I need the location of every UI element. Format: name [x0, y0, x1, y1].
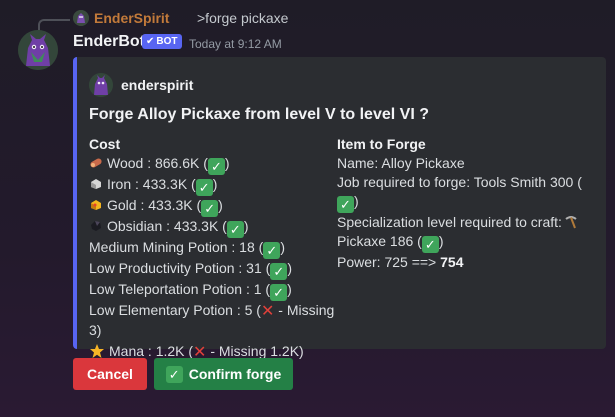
reply-username[interactable]: EnderSpirit: [94, 10, 169, 26]
iron-ore-icon: [91, 179, 101, 189]
cost-wood: Wood : 866.6K (✓): [89, 154, 334, 175]
cost-list: Wood : 866.6K (✓) Iron : 433.3K (✓) Gold…: [89, 154, 334, 362]
item-job-check: ✓): [337, 192, 582, 213]
check-mark-icon: ✓: [201, 200, 219, 217]
item-spec-required: Specialization level required to craft:: [337, 213, 582, 232]
check-mark-icon: ✓: [226, 221, 244, 238]
cost-gold: Gold : 433.3K (✓): [89, 196, 334, 217]
cross-mark-icon: ✕: [260, 303, 275, 320]
message-timestamp: Today at 9:12 AM: [189, 37, 282, 51]
bot-badge: ✔ BOT: [142, 34, 182, 49]
cancel-button[interactable]: Cancel: [73, 358, 147, 390]
reply-connector: [38, 19, 70, 31]
check-mark-icon: ✓: [270, 263, 288, 280]
cost-obsidian: Obsidian : 433.3K (✓): [89, 217, 334, 238]
star-icon: [90, 344, 104, 358]
check-mark-icon: ✓: [207, 158, 225, 175]
cost-productivity-potion: Low Productivity Potion : 31 (✓): [89, 260, 292, 280]
obsidian-icon: [91, 221, 101, 231]
check-mark-icon: ✓: [421, 236, 439, 253]
check-mark-icon: ✓: [337, 196, 354, 213]
reply-command-text[interactable]: >forge pickaxe: [197, 10, 288, 26]
pickaxe-icon: [565, 216, 577, 229]
cost-heading: Cost: [89, 136, 121, 152]
confirm-forge-label: Confirm forge: [188, 366, 282, 382]
cost-teleport-potion: Low Teleportation Potion : 1 (✓): [89, 281, 292, 301]
verified-check-icon: ✔: [146, 36, 155, 47]
bot-badge-label: BOT: [156, 36, 178, 47]
check-mark-icon: ✓: [270, 284, 288, 301]
embed-title: Forge Alloy Pickaxe from level V to leve…: [89, 106, 429, 123]
embed-author-name[interactable]: enderspirit: [121, 77, 193, 93]
item-details: Name: Alloy Pickaxe Job required to forg…: [337, 154, 582, 272]
bot-avatar[interactable]: [18, 30, 58, 70]
check-mark-icon: ✓: [195, 179, 213, 196]
cost-elementary-potion-cont: 3): [89, 322, 102, 338]
cost-iron: Iron : 433.3K (✓): [89, 175, 334, 196]
item-job-required: Job required to forge: Tools Smith 300 (: [337, 174, 582, 190]
check-mark-icon: ✓: [263, 242, 281, 259]
confirm-forge-button[interactable]: ✓ Confirm forge: [154, 358, 293, 390]
check-mark-icon: ✓: [165, 365, 183, 383]
item-name: Name: Alloy Pickaxe: [337, 155, 465, 171]
cost-elementary-potion: Low Elementary Potion : 5 (✕ - Missing: [89, 302, 335, 320]
gold-ore-icon: [91, 200, 101, 210]
message-author[interactable]: EnderBot: [73, 33, 145, 51]
reply-avatar[interactable]: [73, 10, 89, 26]
item-power: Power: 725 ==> 754: [337, 254, 464, 270]
item-spec-level: Pickaxe 186 (✓): [337, 233, 444, 253]
cost-mining-potion: Medium Mining Potion : 18 (✓): [89, 239, 285, 259]
item-heading: Item to Forge: [337, 136, 426, 152]
embed-author-avatar: [89, 73, 113, 97]
item-power-value: 754: [440, 254, 464, 270]
wood-log-icon: [90, 158, 102, 168]
